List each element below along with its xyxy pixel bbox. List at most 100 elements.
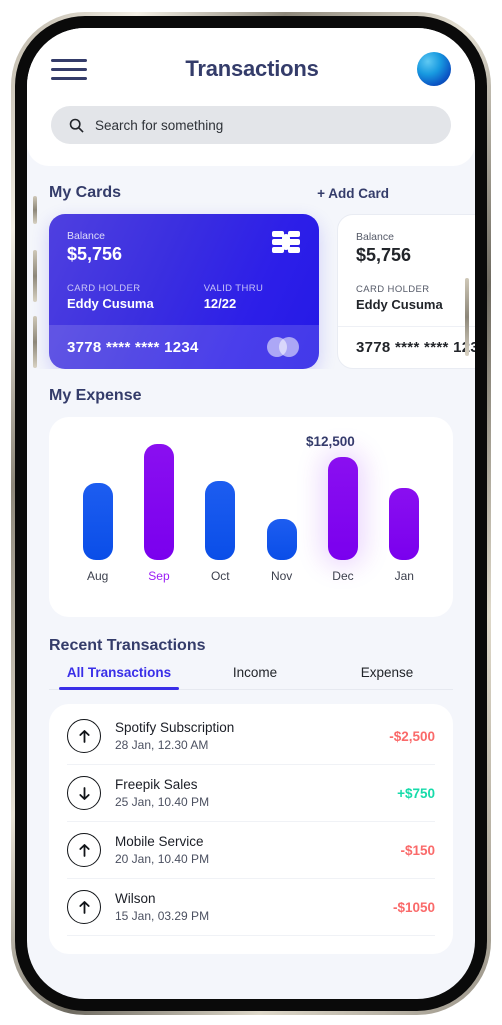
transaction-date: 28 Jan, 12.30 AM [115, 738, 209, 752]
expense-bar-chart: Aug Sep Oct Nov Dec Jan [67, 433, 435, 583]
card-balance-value: $5,756 [67, 244, 123, 264]
chart-x-label: Dec [332, 569, 354, 583]
chart-bar-column[interactable]: Dec [324, 457, 362, 583]
transaction-name: Spotify Subscription [115, 720, 235, 735]
volume-up-button[interactable] [33, 250, 37, 302]
chart-bar [327, 457, 358, 560]
chart-x-label: Oct [210, 569, 230, 583]
recent-transactions-title: Recent Transactions [49, 637, 206, 654]
transaction-name: Mobile Service [115, 834, 204, 849]
card-valid-value: 12/22 [203, 296, 237, 311]
chart-bar [205, 481, 236, 560]
mastercard-icon [267, 337, 301, 357]
hamburger-line [51, 58, 87, 62]
chart-x-label: Jan [394, 569, 414, 583]
transaction-tabs[interactable]: All Transactions Income Expense [49, 665, 453, 690]
page-title: Transactions [185, 56, 319, 81]
power-button[interactable] [465, 278, 469, 356]
arrow-up-icon [67, 719, 101, 753]
chart-bar-column[interactable]: Aug [79, 483, 117, 583]
hamburger-line [51, 76, 87, 80]
transaction-name: Freepik Sales [115, 777, 198, 792]
transaction-date: 20 Jan, 10.40 PM [115, 852, 210, 866]
transaction-info: Mobile Service 20 Jan, 10.40 PM [115, 834, 386, 866]
chart-bar-column[interactable]: Oct [201, 481, 239, 583]
arrow-up-icon [67, 833, 101, 867]
phone-bezel: Transactions Search for something My Car… [15, 16, 487, 1011]
card-balance-block: Balance $5,756 [356, 231, 411, 266]
search-placeholder: Search for something [95, 117, 224, 133]
card-holder-label: CARD HOLDER [67, 283, 141, 294]
card-holder-block: CARD HOLDER Eddy Cusuma [356, 284, 443, 312]
chart-bar-column[interactable]: Jan [385, 488, 423, 583]
chart-x-label: Sep [148, 569, 170, 583]
hamburger-menu-icon[interactable] [51, 58, 87, 80]
transactions-header: Recent Transactions [27, 617, 475, 655]
chart-bar [266, 519, 297, 560]
card-upper: Balance $5,756 CARD HOLDER Eddy Cusuma [338, 215, 475, 326]
app-header: Transactions Search for something [27, 28, 475, 166]
chart-x-label: Nov [270, 569, 293, 583]
transaction-amount: -$150 [400, 842, 435, 858]
transaction-date: 25 Jan, 10.40 PM [115, 795, 210, 809]
arrow-down-icon [67, 776, 101, 810]
tab-all-transactions[interactable]: All Transactions [49, 665, 189, 690]
tab-income[interactable]: Income [189, 665, 321, 689]
transactions-list: Spotify Subscription 28 Jan, 12.30 AM -$2,… [49, 704, 453, 954]
card-balance-label: Balance [356, 231, 394, 243]
card-chip-row: Balance $5,756 [67, 230, 301, 265]
chart-bar [389, 488, 420, 560]
mastercard-circle-right [279, 337, 299, 357]
card-balance-label: Balance [67, 230, 105, 242]
transaction-amount: +$750 [397, 785, 435, 801]
card-upper: Balance $5,756 CARD HOLDER Eddy Cusuma V… [49, 214, 319, 325]
arrow-up-icon [67, 890, 101, 924]
transaction-row[interactable]: Freepik Sales 25 Jan, 10.40 PM +$750 [67, 765, 435, 822]
add-card-button[interactable]: + Add Card [317, 186, 389, 201]
card-holder-label: CARD HOLDER [356, 284, 430, 295]
card-valid-label: VALID THRU [203, 283, 264, 294]
tab-expense[interactable]: Expense [321, 665, 453, 689]
silent-switch[interactable] [33, 196, 37, 224]
hamburger-line [51, 67, 87, 71]
transaction-row[interactable]: Wilson 15 Jan, 03.29 PM -$1050 [67, 879, 435, 936]
my-cards-title: My Cards [49, 184, 122, 201]
card-number: 3778 **** **** 1234 [67, 338, 199, 356]
transaction-amount: -$1050 [392, 899, 435, 915]
transaction-row[interactable]: Spotify Subscription 28 Jan, 12.30 AM -$2,… [67, 708, 435, 765]
card-holder-block: CARD HOLDER Eddy Cusuma [67, 283, 154, 311]
transaction-amount: -$2,500 [389, 728, 435, 744]
credit-card[interactable]: Balance $5,756 CARD HOLDER Eddy Cusuma 3… [337, 214, 475, 369]
card-balance-value: $5,756 [356, 245, 412, 265]
cards-carousel[interactable]: Balance $5,756 CARD HOLDER Eddy Cusuma V… [27, 202, 475, 369]
chart-bar [143, 444, 174, 560]
card-valid-block: VALID THRU 12/22 [204, 283, 264, 311]
card-chip-row: Balance $5,756 [356, 231, 475, 266]
card-meta: CARD HOLDER Eddy Cusuma VALID THRU 12/22 [67, 283, 301, 311]
card-holder-value: Eddy Cusuma [67, 296, 154, 311]
search-input[interactable]: Search for something [51, 106, 451, 144]
card-lower: 3778 **** **** 1234 [338, 326, 475, 368]
transaction-date: 15 Jan, 03.29 PM [115, 909, 210, 923]
card-lower: 3778 **** **** 1234 [49, 325, 319, 369]
emv-chip-icon [272, 231, 300, 253]
transaction-info: Spotify Subscription 28 Jan, 12.30 AM [115, 720, 375, 752]
card-holder-value: Eddy Cusuma [356, 297, 443, 312]
chart-bar-column[interactable]: Sep [140, 444, 178, 583]
transaction-name: Wilson [115, 891, 156, 906]
chart-bar-column[interactable]: Nov [263, 519, 301, 583]
card-balance-block: Balance $5,756 [67, 230, 122, 265]
transaction-row[interactable]: Mobile Service 20 Jan, 10.40 PM -$150 [67, 822, 435, 879]
user-avatar[interactable] [417, 52, 451, 86]
search-icon [69, 118, 84, 133]
chart-bar [82, 483, 113, 560]
app-body: My Cards + Add Card Balance $5,756 CARD … [27, 166, 475, 954]
transaction-info: Freepik Sales 25 Jan, 10.40 PM [115, 777, 383, 809]
credit-card[interactable]: Balance $5,756 CARD HOLDER Eddy Cusuma V… [49, 214, 319, 369]
volume-down-button[interactable] [33, 316, 37, 368]
expense-chart-card: $12,500 Aug Sep Oct Nov Dec Jan [49, 417, 453, 617]
transaction-info: Wilson 15 Jan, 03.29 PM [115, 891, 379, 923]
card-number: 3778 **** **** 1234 [356, 339, 475, 356]
phone-screen: Transactions Search for something My Car… [27, 28, 475, 999]
cards-header: My Cards + Add Card [27, 166, 475, 202]
